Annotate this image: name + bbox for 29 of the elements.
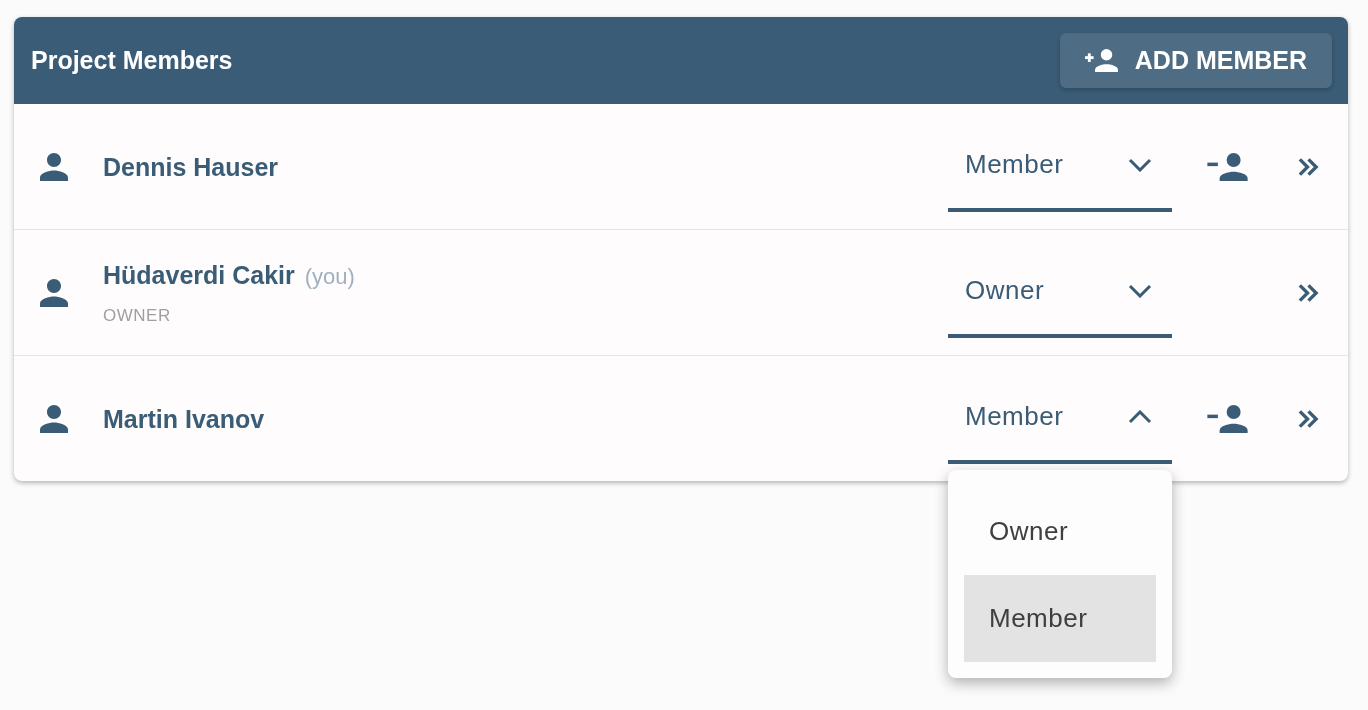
person-icon	[40, 404, 68, 433]
add-member-button[interactable]: ADD MEMBER	[1059, 33, 1332, 88]
role-option[interactable]: Owner	[964, 487, 1156, 575]
role-caption: OWNER	[103, 305, 171, 326]
person-plus-icon	[1084, 49, 1118, 72]
role-select[interactable]: Owner	[948, 247, 1172, 338]
person-minus-icon	[1207, 152, 1248, 181]
role-option[interactable]: Member	[964, 574, 1156, 662]
person-minus-icon	[1207, 404, 1248, 433]
double-chevron-icon	[1297, 408, 1320, 429]
double-chevron-icon	[1297, 156, 1320, 177]
open-details-button[interactable]	[1297, 282, 1320, 303]
remove-member-button[interactable]	[1207, 152, 1248, 181]
member-name: Martin Ivanov	[103, 403, 265, 434]
card-title: Project Members	[31, 46, 233, 75]
caret-icon	[1128, 157, 1152, 172]
caret-icon	[1128, 409, 1152, 424]
open-details-button[interactable]	[1297, 408, 1320, 429]
person-icon	[40, 152, 68, 181]
member-name: Hüdaverdi Cakir	[103, 259, 295, 290]
remove-member-button[interactable]	[1207, 404, 1248, 433]
you-tag: (you)	[304, 263, 355, 290]
caret-icon	[1128, 283, 1152, 298]
role-select[interactable]: Member	[948, 121, 1172, 212]
role-select[interactable]: Member	[948, 373, 1172, 464]
open-details-button[interactable]	[1297, 156, 1320, 177]
member-name: Dennis Hauser	[103, 151, 279, 182]
double-chevron-icon	[1297, 282, 1320, 303]
person-icon	[40, 278, 68, 307]
